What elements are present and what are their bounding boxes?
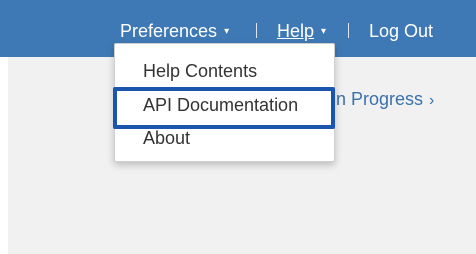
help-label: Help — [277, 21, 315, 41]
chevron-down-icon: ▾ — [224, 26, 230, 37]
menu-item-about[interactable]: About — [115, 123, 334, 153]
help-menu-button[interactable]: Help ▾ — [277, 20, 326, 42]
in-progress-link[interactable]: s in Progress › — [318, 88, 434, 112]
nav-separator — [256, 23, 257, 38]
menu-item-label: Help Contents — [143, 61, 258, 81]
menu-item-help-contents[interactable]: Help Contents — [115, 56, 334, 86]
logout-label: Log Out — [369, 21, 434, 41]
app-screen: Preferences ▾ Help ▾ Log Out s in Progre… — [0, 0, 476, 254]
preferences-menu-button[interactable]: Preferences ▾ — [120, 20, 229, 42]
logout-link[interactable]: Log Out — [369, 20, 433, 42]
nav-separator — [348, 23, 349, 38]
preferences-label: Preferences — [120, 21, 218, 41]
chevron-right-icon: › — [429, 92, 435, 109]
menu-item-label: API Documentation — [143, 95, 299, 115]
chevron-down-icon: ▾ — [321, 26, 327, 37]
menu-item-label: About — [143, 128, 191, 148]
help-dropdown-menu: Help Contents API Documentation About — [114, 43, 335, 162]
menu-item-api-documentation[interactable]: API Documentation — [115, 90, 334, 120]
